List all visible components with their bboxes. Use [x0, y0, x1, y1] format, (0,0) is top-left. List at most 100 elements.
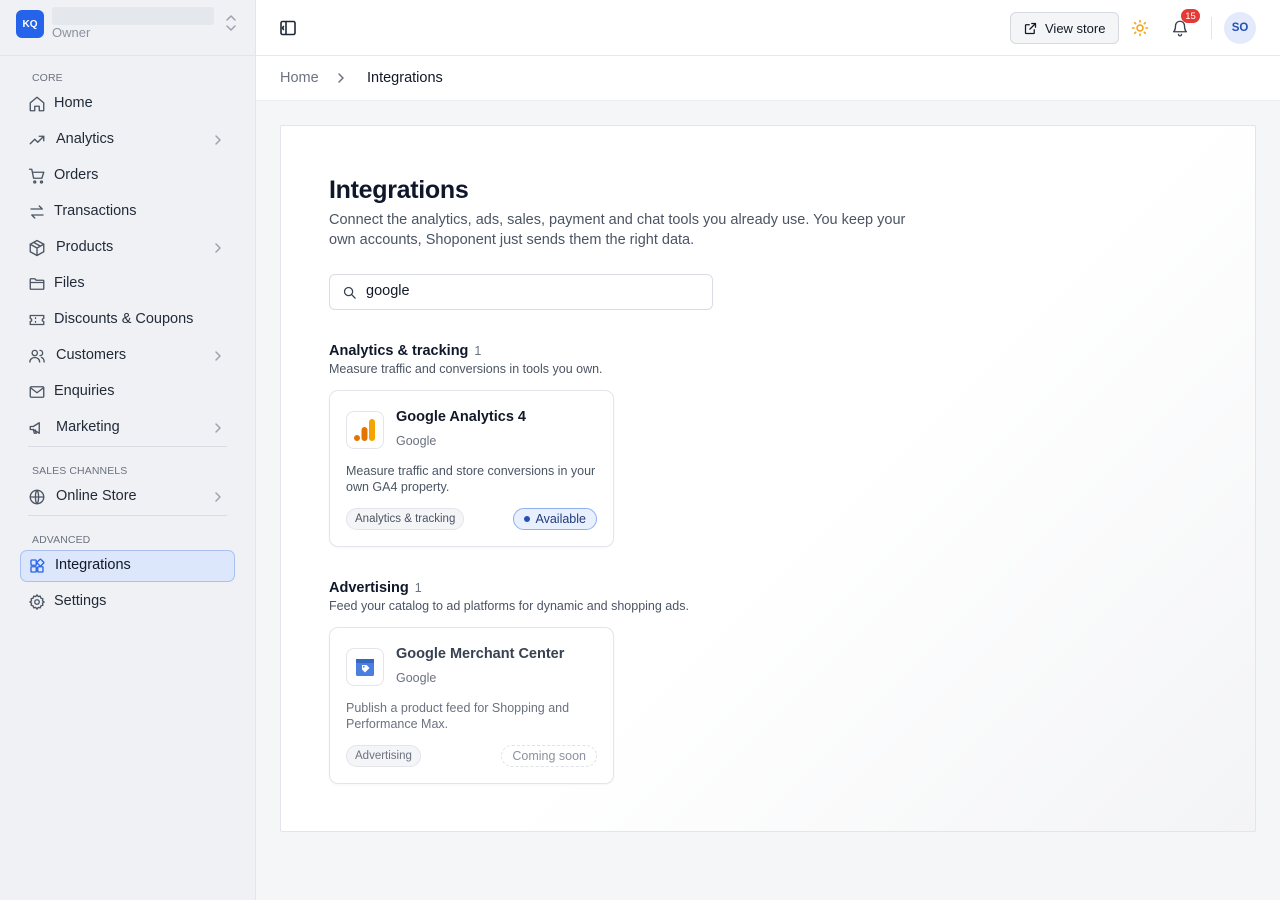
sidebar-item-settings[interactable]: Settings: [20, 586, 235, 618]
integration-card-merchant-center[interactable]: Google Merchant Center Google Publish a …: [329, 627, 614, 784]
analytics-icon: [29, 135, 45, 145]
transactions-icon: [30, 205, 44, 219]
group-count: 1: [414, 581, 422, 595]
avatar[interactable]: SO: [1224, 12, 1256, 44]
group-title-label: Analytics & tracking: [329, 343, 469, 359]
mail-icon: [29, 386, 45, 398]
sidebar-item-marketing[interactable]: Marketing: [20, 412, 235, 444]
external-link-icon: [1024, 22, 1037, 34]
sidebar-item-label: Analytics: [56, 131, 115, 147]
google-analytics-icon: [354, 419, 375, 441]
chevron-right-icon: [215, 135, 221, 145]
sun-icon[interactable]: [1131, 19, 1149, 37]
group-description: Feed your catalog to ad platforms for dy…: [329, 599, 689, 613]
shopping-tag-icon: [356, 659, 374, 676]
chevron-right-icon: [215, 492, 221, 502]
chevron-right-icon: [215, 243, 221, 253]
home-icon: [29, 96, 45, 112]
sidebar-item-discounts[interactable]: Discounts & Coupons: [20, 304, 235, 336]
page-description: Connect the analytics, ads, sales, payme…: [329, 212, 906, 248]
search-icon: [343, 286, 356, 299]
search-box: [329, 274, 713, 310]
topbar: View store 15 SO: [256, 0, 1280, 56]
integration-name: Google Analytics 4: [396, 409, 526, 425]
megaphone-icon: [29, 422, 40, 434]
sidebar-item-label: Customers: [56, 347, 127, 363]
sidebar-item-label: Files: [54, 275, 85, 291]
sidebar-divider: [28, 515, 227, 516]
sidebar-item-customers[interactable]: Customers: [20, 340, 235, 372]
page-title: Integrations: [329, 176, 469, 204]
workspace-role: Owner: [52, 25, 91, 40]
sidebar-item-label: Settings: [54, 593, 107, 609]
sidebar-item-label: Enquiries: [54, 383, 115, 399]
category-tag: Analytics & tracking: [346, 508, 465, 530]
sidebar-item-products[interactable]: Products: [20, 232, 235, 264]
group-title-label: Advertising: [329, 580, 409, 596]
sidebar-item-enquiries[interactable]: Enquiries: [20, 376, 235, 408]
sidebar-item-label: Orders: [54, 167, 99, 183]
google-analytics-logo: [346, 411, 384, 449]
integration-vendor: Google: [396, 671, 437, 685]
integration-vendor: Google: [396, 434, 437, 448]
breadcrumb-current: Integrations: [367, 70, 443, 86]
breadcrumb-home-link[interactable]: Home: [280, 70, 319, 86]
sidebar: KQ Owner CORE Home Analytics Orders Tran…: [0, 0, 256, 900]
chevron-right-icon: [215, 351, 221, 361]
sidebar-item-label: Online Store: [56, 488, 137, 504]
group-title-advertising: Advertising 1: [329, 580, 422, 596]
integration-description: Measure traffic and store conversions in…: [346, 464, 596, 494]
sidebar-item-label: Discounts & Coupons: [54, 311, 194, 327]
sidebar-item-home[interactable]: Home: [20, 88, 235, 120]
sidebar-item-transactions[interactable]: Transactions: [20, 196, 235, 228]
group-description: Measure traffic and conversions in tools…: [329, 362, 603, 376]
notification-badge: 15: [1181, 9, 1200, 23]
workspace-logo: KQ: [16, 10, 44, 38]
sidebar-item-orders[interactable]: Orders: [20, 160, 235, 192]
sidebar-item-label: Transactions: [54, 203, 137, 219]
view-store-button[interactable]: View store: [1010, 12, 1119, 44]
box-icon: [29, 239, 45, 257]
sidebar-item-label: Home: [54, 95, 93, 111]
search-input[interactable]: [366, 283, 696, 299]
sidebar-toggle-icon[interactable]: [279, 19, 297, 37]
ticket-icon: [29, 314, 45, 326]
integration-name: Google Merchant Center: [396, 646, 565, 662]
status-dot: [524, 516, 531, 522]
google-merchant-center-logo: [346, 648, 384, 686]
integration-description: Publish a product feed for Shopping and …: [346, 701, 570, 731]
category-tag: Advertising: [346, 745, 421, 767]
status-label: Available: [535, 512, 586, 526]
section-advanced: ADVANCED: [32, 534, 91, 546]
view-store-label: View store: [1045, 20, 1106, 36]
topbar-divider: [1211, 17, 1212, 39]
users-icon: [29, 349, 45, 363]
status-badge: Coming soon: [501, 745, 597, 767]
sidebar-item-files[interactable]: Files: [20, 268, 235, 300]
workspace-switcher[interactable]: KQ Owner: [0, 0, 255, 56]
integration-card-ga4[interactable]: Google Analytics 4 Google Measure traffi…: [329, 390, 614, 547]
cart-icon: [28, 168, 45, 184]
globe-icon: [29, 489, 45, 505]
sidebar-item-online-store[interactable]: Online Store: [20, 481, 235, 513]
chevrons-up-down-icon: [226, 15, 236, 31]
sidebar-item-integrations[interactable]: Integrations: [20, 550, 235, 582]
chevron-right-icon: [215, 423, 221, 433]
sidebar-item-analytics[interactable]: Analytics: [20, 124, 235, 156]
breadcrumb: Home Integrations: [256, 56, 1280, 101]
sidebar-item-label: Products: [56, 239, 114, 255]
workspace-name-placeholder: [52, 7, 214, 25]
sidebar-item-label: Integrations: [55, 557, 131, 573]
integrations-panel: Integrations Connect the analytics, ads,…: [280, 125, 1256, 832]
sidebar-divider: [28, 446, 227, 447]
group-count: 1: [474, 344, 482, 358]
sidebar-item-label: Marketing: [56, 419, 120, 435]
section-core: CORE: [32, 72, 63, 84]
folder-icon: [29, 278, 45, 290]
group-title-analytics: Analytics & tracking 1: [329, 343, 481, 359]
section-sales-channels: SALES CHANNELS: [32, 465, 128, 477]
status-badge: Available: [513, 508, 597, 530]
integrations-icon: [30, 558, 45, 573]
gear-icon: [29, 594, 45, 610]
chevron-right-icon: [338, 73, 344, 83]
